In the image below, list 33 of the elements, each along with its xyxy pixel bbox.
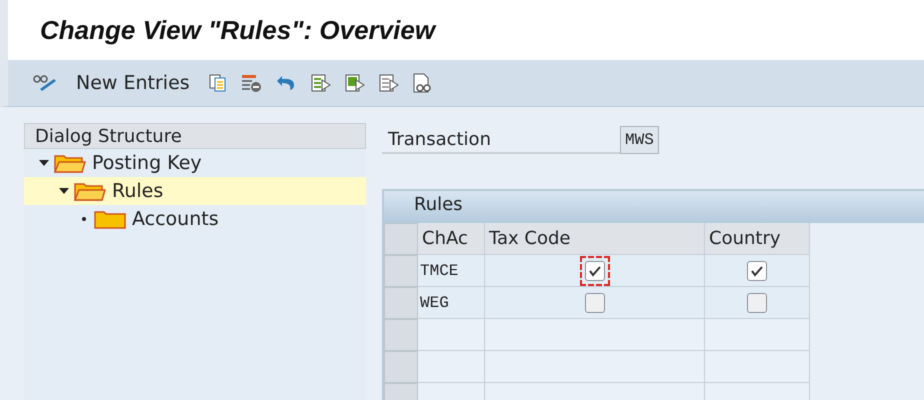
folder-icon [74,181,106,201]
row-selector[interactable] [384,255,418,287]
panel-header: Dialog Structure [24,123,366,149]
tree-item[interactable]: Rules [24,177,366,205]
table-title: Rules [414,194,463,215]
copy-icon[interactable] [208,73,228,93]
transaction-field[interactable]: MWS [620,126,659,154]
checkbox[interactable] [747,292,767,312]
table-cell: WEG [418,287,485,319]
table-cell: TMCE [418,255,485,287]
checkbox[interactable] [584,292,604,312]
folder-icon [54,153,86,173]
select-all-icon[interactable] [310,73,332,93]
window-title: Change View "Rules": Overview [40,14,436,46]
new-entries-button[interactable]: New Entries [70,72,196,94]
checkmark-icon [750,264,764,276]
tree-item[interactable]: Posting Key [24,149,366,177]
glasses-pencil-icon[interactable] [32,73,58,93]
column-header[interactable]: Tax Code [485,223,705,255]
select-block-icon[interactable] [344,73,366,93]
delete-row-icon[interactable] [240,73,262,93]
checkmark-icon [588,264,602,276]
row-selector[interactable] [384,351,418,383]
checkbox[interactable] [747,260,767,280]
deselect-all-icon[interactable] [378,73,400,93]
checkbox[interactable] [584,260,604,280]
select-all-cell[interactable] [384,223,418,255]
tree-item[interactable]: Accounts [24,205,366,233]
row-selector[interactable] [384,287,418,319]
row-selector[interactable] [384,319,418,351]
column-header[interactable]: ChAc [418,223,485,255]
column-header[interactable]: Country [705,223,810,255]
folder-icon [94,209,126,229]
